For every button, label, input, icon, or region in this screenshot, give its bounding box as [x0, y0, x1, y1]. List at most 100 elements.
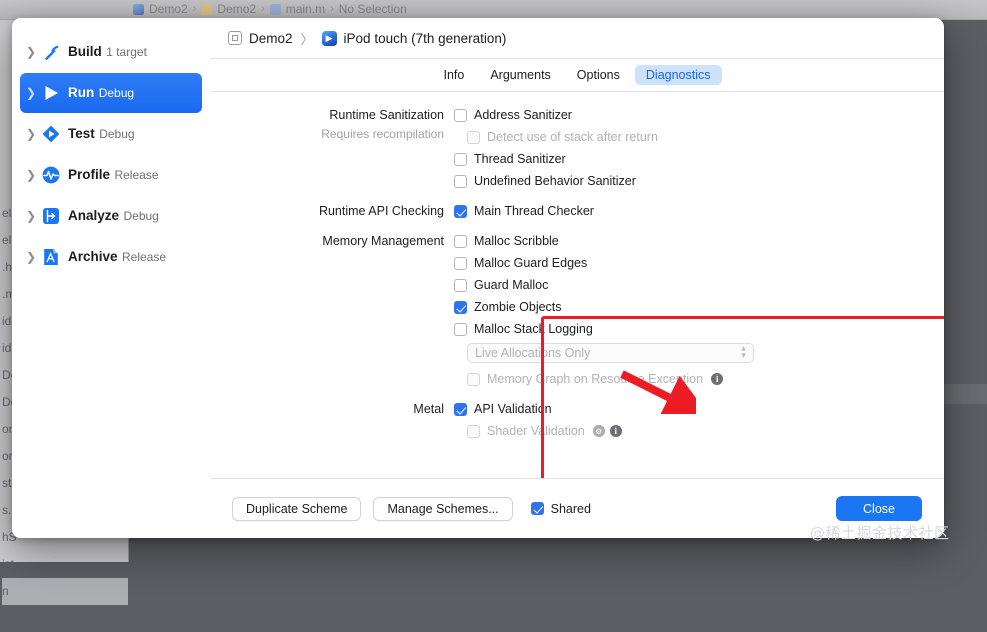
- project-icon: [133, 4, 144, 15]
- checkbox-row-malloc-stack-logging[interactable]: Malloc Stack Logging: [454, 318, 944, 340]
- malloc-scribble-checkbox[interactable]: [454, 235, 467, 248]
- main-thread-checker-checkbox[interactable]: [454, 205, 467, 218]
- background-file-item: s: [2, 605, 128, 632]
- checkbox-row-malloc-guard-edges[interactable]: Malloc Guard Edges: [454, 252, 944, 274]
- background-file-item: n: [2, 578, 128, 605]
- scheme-action-sidebar: ❯ Build 1 target ❯ Run Debug ❯: [12, 18, 210, 538]
- checkbox-row-guard-malloc[interactable]: Guard Malloc: [454, 274, 944, 296]
- shared-label: Shared: [551, 502, 591, 516]
- shared-checkbox-row[interactable]: Shared: [531, 502, 591, 516]
- breadcrumb-item-folder: Demo2: [217, 2, 256, 16]
- sidebar-item-subtitle: Release: [114, 168, 158, 182]
- address-sanitizer-label: Address Sanitizer: [474, 108, 572, 122]
- metal-group: Metal API Validation Shader Validation ⚙…: [210, 398, 944, 442]
- sidebar-item-title: Test: [68, 126, 95, 141]
- main-thread-checker-label: Main Thread Checker: [474, 204, 594, 218]
- chevron-right-icon-2: ›: [261, 3, 265, 15]
- zombie-objects-checkbox[interactable]: [454, 301, 467, 314]
- disclosure-triangle-icon[interactable]: ❯: [24, 46, 38, 58]
- tab-options[interactable]: Options: [566, 65, 631, 85]
- sidebar-item-test[interactable]: ❯ Test Debug: [20, 114, 202, 154]
- archive-icon: [38, 247, 64, 267]
- analyze-icon: [38, 206, 64, 226]
- sidebar-item-subtitle: 1 target: [106, 45, 147, 59]
- malloc-stack-logging-label: Malloc Stack Logging: [474, 322, 593, 336]
- stepper-chevrons-icon[interactable]: ▲▼: [740, 347, 747, 360]
- sidebar-item-run[interactable]: ❯ Run Debug: [20, 73, 202, 113]
- memory-graph-label: Memory Graph on Resource Exception: [487, 372, 703, 386]
- chevron-right-icon: ›: [193, 3, 197, 15]
- sidebar-item-title: Archive: [68, 249, 118, 264]
- gear-icon[interactable]: ⚙: [593, 425, 605, 437]
- disclosure-triangle-icon[interactable]: ❯: [24, 87, 38, 99]
- guard-malloc-checkbox[interactable]: [454, 279, 467, 292]
- sidebar-item-build[interactable]: ❯ Build 1 target: [20, 32, 202, 72]
- tab-diagnostics[interactable]: Diagnostics: [635, 65, 722, 85]
- sidebar-item-profile[interactable]: ❯ Profile Release: [20, 155, 202, 195]
- sidebar-item-title: Analyze: [68, 208, 119, 223]
- diagnostics-content: Runtime Sanitization Requires recompilat…: [210, 92, 944, 478]
- scheme-header: Demo2 〉 ▶ iPod touch (7th generation): [210, 18, 944, 59]
- sidebar-item-archive[interactable]: ❯ Archive Release: [20, 237, 202, 277]
- memory-graph-checkbox: [467, 373, 480, 386]
- thread-sanitizer-label: Thread Sanitizer: [474, 152, 566, 166]
- destination-name[interactable]: iPod touch (7th generation): [344, 31, 507, 46]
- checkbox-row-malloc-scribble[interactable]: Malloc Scribble: [454, 230, 944, 252]
- sidebar-item-title: Build: [68, 44, 102, 59]
- background-breadcrumb: Demo2 › Demo2 › main.m › No Selection: [133, 2, 407, 16]
- shared-checkbox[interactable]: [531, 502, 544, 515]
- sidebar-item-subtitle: Debug: [99, 86, 134, 100]
- undefined-behavior-sanitizer-checkbox[interactable]: [454, 175, 467, 188]
- test-icon: [38, 124, 64, 144]
- info-icon-shader[interactable]: i: [610, 425, 622, 437]
- scheme-detail-pane: Demo2 〉 ▶ iPod touch (7th generation) In…: [210, 18, 944, 538]
- disclosure-triangle-icon[interactable]: ❯: [24, 251, 38, 263]
- sidebar-item-analyze[interactable]: ❯ Analyze Debug: [20, 196, 202, 236]
- breadcrumb-item-selection: No Selection: [339, 2, 407, 16]
- checkbox-row-main-thread-checker[interactable]: Main Thread Checker: [454, 200, 944, 222]
- file-icon: [270, 4, 281, 15]
- stack-logging-mode-select[interactable]: Live Allocations Only ▲▼: [467, 343, 754, 363]
- address-sanitizer-checkbox[interactable]: [454, 109, 467, 122]
- malloc-stack-logging-checkbox[interactable]: [454, 323, 467, 336]
- sidebar-item-subtitle: Release: [122, 250, 166, 264]
- malloc-guard-edges-checkbox[interactable]: [454, 257, 467, 270]
- api-validation-checkbox[interactable]: [454, 403, 467, 416]
- checkbox-row-detect-stack-after-return: Detect use of stack after return: [454, 126, 944, 148]
- runtime-sanitization-group: Runtime Sanitization Requires recompilat…: [210, 104, 944, 192]
- scheme-editor-dialog: ❯ Build 1 target ❯ Run Debug ❯: [12, 18, 944, 538]
- detect-stack-after-return-label: Detect use of stack after return: [487, 130, 658, 144]
- checkbox-row-shader-validation: Shader Validation ⚙ i: [454, 420, 944, 442]
- sidebar-item-subtitle: Debug: [123, 209, 158, 223]
- checkbox-row-api-validation[interactable]: API Validation: [454, 398, 944, 420]
- checkbox-row-address-sanitizer[interactable]: Address Sanitizer: [454, 104, 944, 126]
- watermark: @稀土掘金技术社区: [810, 522, 950, 543]
- sidebar-item-title: Profile: [68, 167, 110, 182]
- background-file-item: ist: [2, 551, 128, 578]
- tab-arguments[interactable]: Arguments: [479, 65, 561, 85]
- thread-sanitizer-checkbox[interactable]: [454, 153, 467, 166]
- target-breadcrumb: Demo2 〉 ▶ iPod touch (7th generation): [228, 29, 506, 48]
- runtime-api-checking-group: Runtime API Checking Main Thread Checker: [210, 200, 944, 222]
- breadcrumb-item-file: main.m: [286, 2, 325, 16]
- stack-logging-mode-value: Live Allocations Only: [475, 346, 590, 360]
- tab-info[interactable]: Info: [432, 65, 475, 85]
- checkbox-row-thread-sanitizer[interactable]: Thread Sanitizer: [454, 148, 944, 170]
- scheme-name[interactable]: Demo2: [249, 31, 293, 46]
- metal-label: Metal: [210, 398, 454, 420]
- info-icon[interactable]: i: [711, 373, 723, 385]
- manage-schemes-button[interactable]: Manage Schemes...: [373, 497, 512, 521]
- memory-management-group: Memory Management Malloc Scribble Malloc…: [210, 230, 944, 390]
- disclosure-triangle-icon[interactable]: ❯: [24, 169, 38, 181]
- checkbox-row-undefined-behavior-sanitizer[interactable]: Undefined Behavior Sanitizer: [454, 170, 944, 192]
- disclosure-triangle-icon[interactable]: ❯: [24, 210, 38, 222]
- group-label-text: Runtime Sanitization: [329, 108, 444, 122]
- runtime-api-checking-label: Runtime API Checking: [210, 200, 454, 222]
- runtime-sanitization-label: Runtime Sanitization Requires recompilat…: [210, 104, 454, 142]
- hammer-icon: [38, 42, 64, 62]
- close-button[interactable]: Close: [836, 496, 922, 521]
- checkbox-row-zombie-objects[interactable]: Zombie Objects: [454, 296, 944, 318]
- duplicate-scheme-button[interactable]: Duplicate Scheme: [232, 497, 361, 521]
- malloc-scribble-label: Malloc Scribble: [474, 234, 559, 248]
- disclosure-triangle-icon[interactable]: ❯: [24, 128, 38, 140]
